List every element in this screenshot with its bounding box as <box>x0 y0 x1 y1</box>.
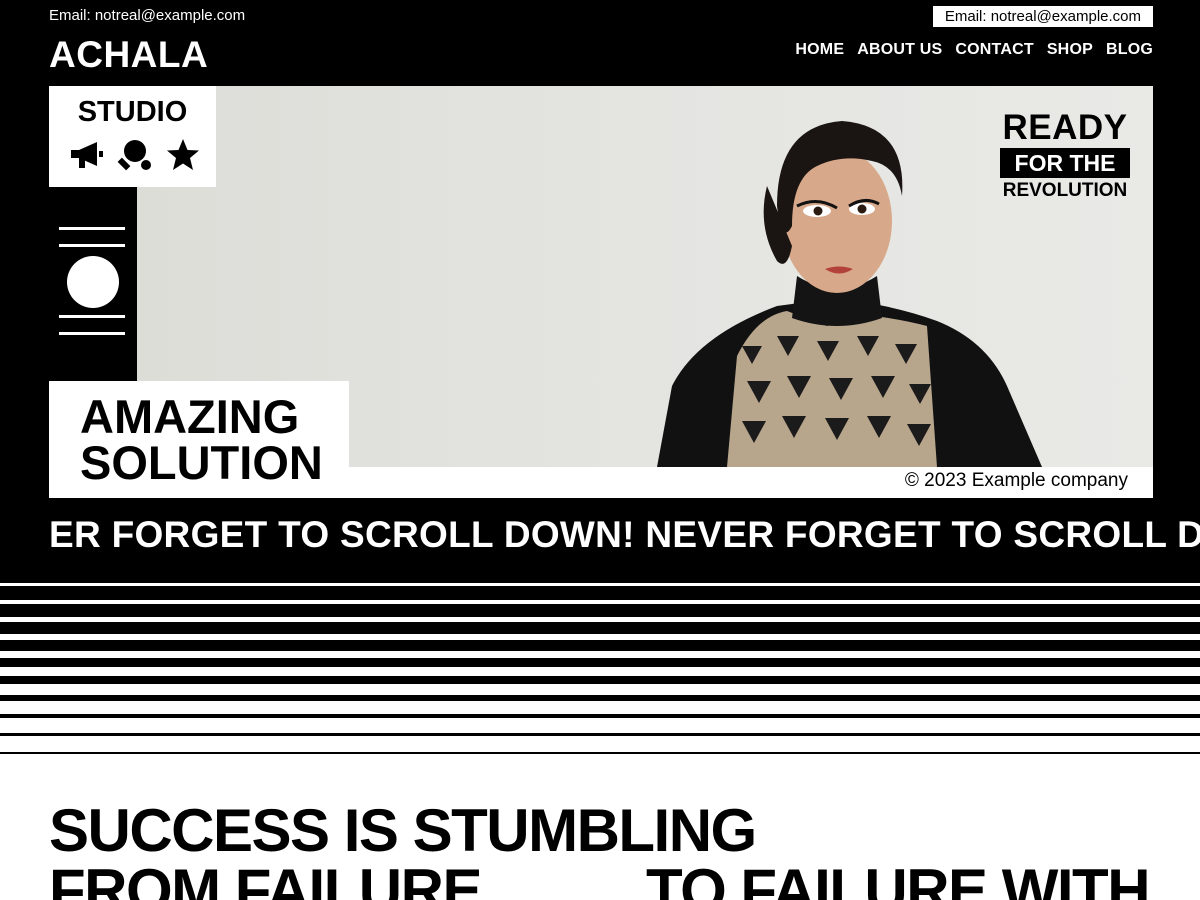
nav-about-us[interactable]: ABOUT US <box>857 41 942 59</box>
star-icon <box>165 138 201 172</box>
stripe <box>0 752 1200 754</box>
ready-for-the-revolution: READY FOR THE REVOLUTION <box>1000 110 1130 202</box>
ready-text: READY <box>1002 108 1128 147</box>
email-badge-right[interactable]: Email: notreal@example.com <box>932 6 1153 27</box>
ping-pong-icon <box>117 138 153 172</box>
studio-badge: STUDIO <box>49 86 216 187</box>
email-text-left[interactable]: Email: notreal@example.com <box>49 7 245 24</box>
quote-line2-right: TO FAILURE WITH <box>646 857 1151 900</box>
stripe <box>0 714 1200 718</box>
site-logo[interactable]: ACHALA <box>49 34 208 76</box>
stripe <box>0 733 1200 736</box>
stripe <box>0 586 1200 600</box>
decor-line <box>59 244 125 247</box>
hero-section: STUDIO READY FOR THE REVOLUTION AMAZING … <box>49 86 1153 498</box>
quote-section: SUCCESS IS STUMBLING FROM FAILURE TO FAI… <box>0 755 1200 900</box>
decor-circle <box>67 256 119 308</box>
copyright-text: © 2023 Example company <box>904 470 1128 491</box>
stripe <box>0 604 1200 617</box>
top-bar: Email: notreal@example.com Email: notrea… <box>0 0 1200 34</box>
decor-line <box>59 332 125 335</box>
site-header: ACHALA HOME ABOUT US CONTACT SHOP BLOG <box>0 30 1200 86</box>
main-nav: HOME ABOUT US CONTACT SHOP BLOG <box>795 41 1153 59</box>
nav-shop[interactable]: SHOP <box>1047 41 1093 59</box>
stripe <box>0 695 1200 701</box>
quote-line1: SUCCESS IS STUMBLING <box>49 797 757 864</box>
stripe <box>0 658 1200 667</box>
revolution-text: REVOLUTION <box>1002 180 1128 201</box>
nav-home[interactable]: HOME <box>795 41 844 59</box>
nav-blog[interactable]: BLOG <box>1106 41 1153 59</box>
nav-contact[interactable]: CONTACT <box>955 41 1033 59</box>
decor-line <box>59 227 125 230</box>
megaphone-icon <box>69 138 105 172</box>
stripe <box>0 676 1200 684</box>
decor-line <box>59 315 125 318</box>
for-the-text: FOR THE <box>1000 148 1130 178</box>
hero-title-line1: AMAZING <box>80 390 300 443</box>
studio-label: STUDIO <box>77 96 188 128</box>
hero-title-line2: SOLUTION <box>80 436 323 489</box>
stripe <box>0 622 1200 634</box>
amazing-solution-box: AMAZING SOLUTION <box>49 381 349 498</box>
studio-icons <box>69 138 201 172</box>
marquee-text: ER FORGET TO SCROLL DOWN! NEVER FORGET T… <box>49 514 1200 555</box>
stripe <box>0 580 1200 583</box>
stripe-divider <box>0 580 1200 755</box>
stripe <box>0 640 1200 651</box>
scroll-marquee: ER FORGET TO SCROLL DOWN! NEVER FORGET T… <box>0 510 1200 558</box>
quote-line2-left: FROM FAILURE <box>49 857 482 900</box>
